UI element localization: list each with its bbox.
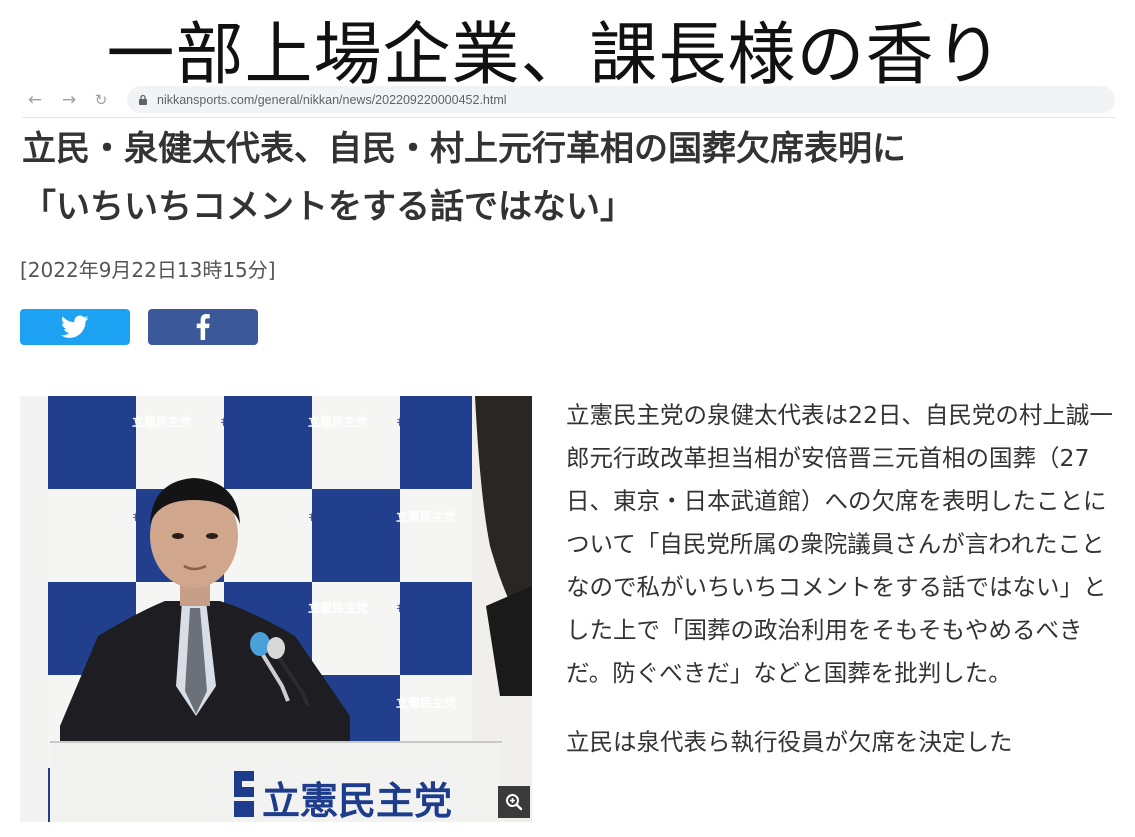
title-line-1: 立民・泉健太代表、自民・村上元行革相の国葬欠席表明に xyxy=(22,129,906,169)
podium-logo xyxy=(234,771,254,817)
backdrop-party-label: 立憲民主党 xyxy=(132,414,192,429)
backdrop-party-label: 立憲民主党 xyxy=(308,414,368,429)
press-conference-image: 立憲民主党 立憲民主党 立憲民主党 立憲民主党 立憲民主党 もっと良い未来 もっ… xyxy=(20,396,532,822)
backdrop-slogan: もっと良い未来 xyxy=(396,416,466,429)
magnifier-icon xyxy=(506,794,523,811)
twitter-icon xyxy=(61,315,89,338)
podium-party-label: 立憲民主党 xyxy=(262,779,452,822)
article-paragraph: 立民は泉代表ら執行役員が欠席を決定した xyxy=(566,728,1013,756)
article-body: 立憲民主党の泉健太代表は22日、自民党の村上誠一郎元行政改革担当相が安倍晋三元首… xyxy=(566,394,1118,790)
backdrop-party-label: 立憲民主党 xyxy=(308,600,368,615)
article-timestamp: [2022年9月22日13時15分] xyxy=(20,258,276,282)
article-paragraph: 立憲民主党の泉健太代表は22日、自民党の村上誠一郎元行政改革担当相が安倍晋三元首… xyxy=(566,401,1113,687)
backdrop-slogan: もっと良い未来 xyxy=(396,602,466,615)
header-divider xyxy=(22,117,1115,118)
article-photo[interactable]: 立憲民主党 立憲民主党 立憲民主党 立憲民主党 立憲民主党 もっと良い未来 もっ… xyxy=(20,396,532,822)
overlay-caption: 一部上場企業、課長様の香り xyxy=(106,16,1004,95)
backdrop-party-label: 立憲民主党 xyxy=(396,509,456,524)
backdrop-slogan: もっと良い未来 xyxy=(308,511,378,524)
zoom-icon[interactable] xyxy=(498,786,530,818)
facebook-share-button[interactable] xyxy=(148,309,258,345)
facebook-icon xyxy=(196,314,210,340)
twitter-share-button[interactable] xyxy=(20,309,130,345)
backdrop-slogan: もっと良い未来 xyxy=(220,416,290,429)
article-title: 立民・泉健太代表、自民・村上元行革相の国葬欠席表明に 「いちいちコメントをする話… xyxy=(22,120,1112,236)
backdrop-party-label: 立憲民主党 xyxy=(396,695,456,710)
title-line-2: 「いちいちコメントをする話ではない」 xyxy=(22,187,634,227)
